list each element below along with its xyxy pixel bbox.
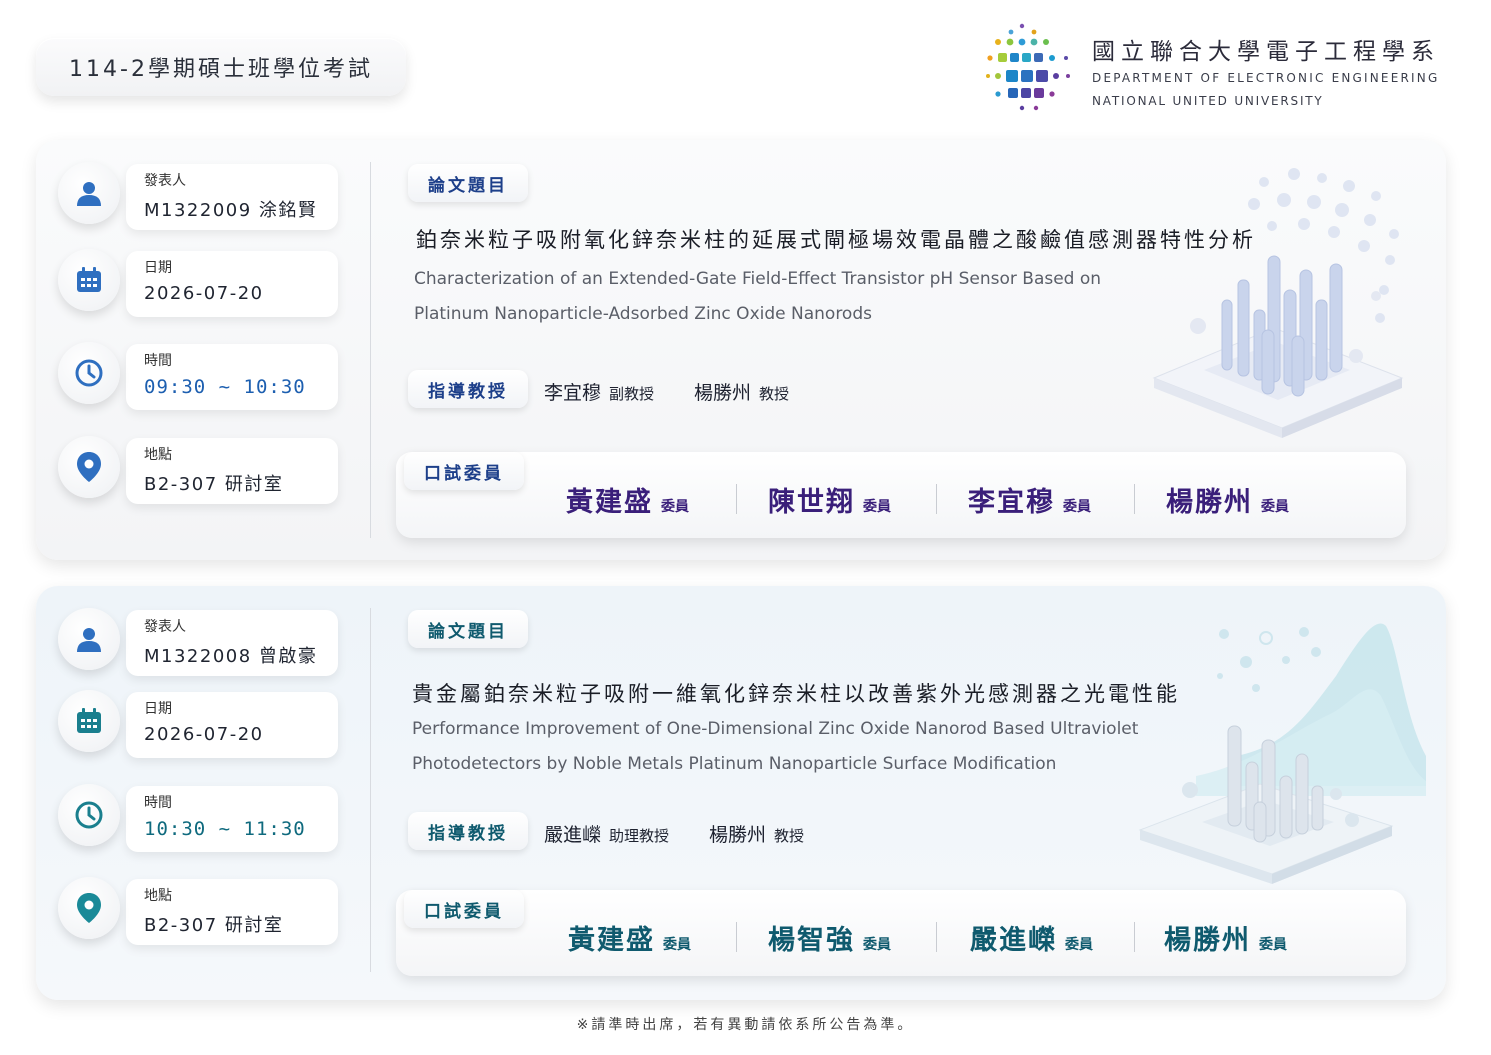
committee-member: 楊智強 委員	[768, 925, 891, 956]
exam-card-1: 發表人 M1322009 涂銘賢 日期 2026-07-20 時間 09:30 …	[36, 140, 1446, 560]
advisors-tag: 指導教授	[408, 812, 528, 850]
member-separator	[1134, 484, 1135, 514]
thesis-title-tag: 論文題目	[408, 164, 528, 202]
thesis-title-zh: 鉑奈米粒子吸附氧化鋅奈米柱的延展式閘極場效電晶體之酸鹼值感測器特性分析	[416, 228, 1256, 252]
logo-chinese-name: 國立聯合大學電子工程學系	[1092, 39, 1440, 65]
presenter-value: M1322008 曾啟豪	[144, 646, 318, 667]
footer-note: ※請準時出席，若有異動請依系所公告為準。	[576, 1017, 915, 1033]
advisors-tag: 指導教授	[408, 370, 528, 408]
presenter-label: 發表人	[144, 173, 186, 189]
location-value: B2-307 研討室	[144, 474, 284, 495]
thesis-title-en: Performance Improvement of One-Dimension…	[412, 712, 1192, 782]
calendar-icon	[58, 690, 120, 752]
committee-member: 楊勝州 委員	[1164, 925, 1287, 956]
thesis-title-en-line1: Characterization of an Extended-Gate Fie…	[414, 269, 1102, 289]
presenter-block: 發表人 M1322008 曾啟豪	[58, 606, 338, 678]
member-separator	[936, 922, 937, 952]
date-label: 日期	[144, 260, 172, 276]
committee-tag: 口試委員	[404, 452, 524, 490]
time-value: 10:30 ~ 11:30	[144, 818, 306, 840]
date-value: 2026-07-20	[144, 283, 264, 304]
committee-member: 李宜穆 委員	[968, 487, 1091, 518]
date-label: 日期	[144, 701, 172, 717]
committee-panel: 口試委員 黃建盛 委員 楊智強 委員 嚴進嶸 委員 楊勝州 委員	[396, 890, 1406, 976]
clock-icon	[58, 342, 120, 404]
presenter-value: M1322009 涂銘賢	[144, 200, 318, 221]
advisor-rank: 助理教授	[609, 827, 670, 845]
advisor-rank: 教授	[759, 385, 790, 403]
thesis-title-en-line1: Performance Improvement of One-Dimension…	[412, 719, 1139, 739]
time-value: 09:30 ~ 10:30	[144, 376, 306, 398]
person-icon	[58, 162, 120, 224]
member-separator	[736, 922, 737, 952]
advisor-rank: 教授	[774, 827, 805, 845]
committee-panel: 口試委員 黃建盛 委員 陳世翔 委員 李宜穆 委員 楊勝州 委員	[396, 452, 1406, 538]
date-block: 日期 2026-07-20	[58, 247, 338, 319]
date-block: 日期 2026-07-20	[58, 688, 338, 760]
location-pin-icon	[58, 436, 120, 498]
committee-member: 嚴進嶸 委員	[970, 925, 1093, 956]
committee-member: 黃建盛 委員	[568, 925, 691, 956]
presenter-block: 發表人 M1322009 涂銘賢	[58, 160, 338, 232]
thesis-title-zh: 貴金屬鉑奈米粒子吸附一維氧化鋅奈米柱以改善紫外光感測器之光電性能	[412, 682, 1180, 706]
time-label: 時間	[144, 795, 172, 811]
advisor-name: 楊勝州	[709, 824, 767, 846]
location-pin-icon	[58, 877, 120, 939]
advisor-rank: 副教授	[609, 385, 655, 403]
date-value: 2026-07-20	[144, 724, 264, 745]
committee-member: 楊勝州 委員	[1166, 487, 1289, 518]
advisor-name: 楊勝州	[694, 382, 752, 404]
committee-tag: 口試委員	[404, 890, 524, 928]
advisor-name: 嚴進嶸	[544, 824, 602, 846]
committee-member: 黃建盛 委員	[566, 487, 689, 518]
thesis-title-en: Characterization of an Extended-Gate Fie…	[414, 262, 1194, 332]
thesis-title-en-line2: Platinum Nanoparticle-Adsorbed Zinc Oxid…	[414, 304, 872, 324]
member-separator	[1134, 922, 1135, 952]
member-separator	[936, 484, 937, 514]
location-block: 地點 B2-307 研討室	[58, 434, 338, 506]
thesis-title-tag: 論文題目	[408, 610, 528, 648]
calendar-icon	[58, 249, 120, 311]
department-logo: 國立聯合大學電子工程學系 DEPARTMENT OF ELECTRONIC EN…	[984, 22, 1444, 114]
logo-english-line2: NATIONAL UNITED UNIVERSITY	[1092, 94, 1324, 108]
time-label: 時間	[144, 353, 172, 369]
page-title: 114-2學期碩士班學位考試	[36, 38, 406, 96]
location-label: 地點	[144, 447, 172, 463]
presenter-label: 發表人	[144, 619, 186, 635]
exam-card-2: 發表人 M1322008 曾啟豪 日期 2026-07-20 時間 10:30 …	[36, 586, 1446, 1000]
location-value: B2-307 研討室	[144, 915, 284, 936]
time-block: 時間 09:30 ~ 10:30	[58, 340, 338, 412]
clock-icon	[58, 784, 120, 846]
logo-dots-icon	[986, 23, 1070, 111]
advisor-name: 李宜穆	[544, 382, 602, 404]
location-block: 地點 B2-307 研討室	[58, 875, 338, 947]
column-divider	[370, 608, 371, 972]
logo-english-line1: DEPARTMENT OF ELECTRONIC ENGINEERING	[1092, 71, 1440, 85]
committee-member: 陳世翔 委員	[768, 487, 891, 518]
location-label: 地點	[144, 888, 172, 904]
advisors-list: 李宜穆 副教授 楊勝州 教授	[544, 378, 829, 405]
thesis-title-en-line2: Photodetectors by Noble Metals Platinum …	[412, 754, 1057, 774]
member-separator	[736, 484, 737, 514]
time-block: 時間 10:30 ~ 11:30	[58, 782, 338, 854]
person-icon	[58, 608, 120, 670]
advisors-list: 嚴進嶸 助理教授 楊勝州 教授	[544, 820, 844, 847]
column-divider	[370, 162, 371, 538]
